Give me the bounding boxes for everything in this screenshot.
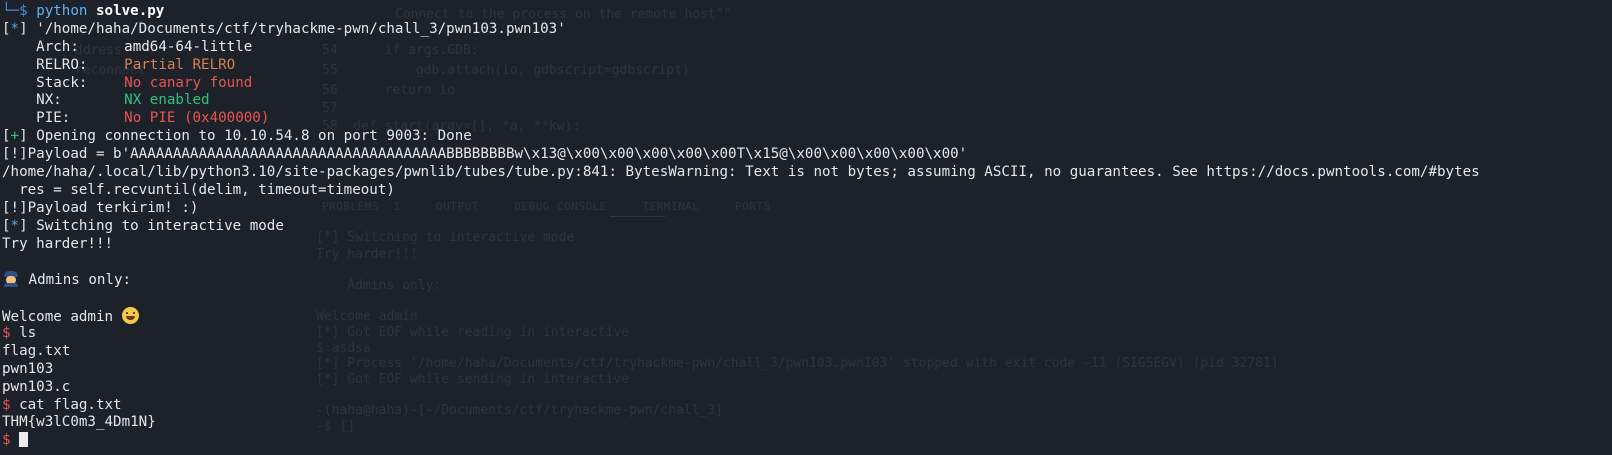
checksec-value: No canary found — [124, 74, 253, 91]
connection-line: [+] Opening connection to 10.10.54.8 on … — [2, 128, 472, 145]
checksec-value: No PIE (0x400000) — [124, 110, 270, 127]
checksec-label: RELRO: — [36, 56, 88, 73]
checksec-label: Arch: — [36, 38, 79, 55]
checksec-value: amd64-64-little — [124, 38, 253, 55]
flag-output: THM{w3lC0m3_4Dm1N} — [2, 414, 156, 431]
binary-path-text: '/home/haha/Documents/ctf/tryhackme-pwn/… — [36, 20, 566, 37]
terminal-output: └─$ python solve.py [*] '/home/haha/Docu… — [2, 3, 1480, 450]
command-python: python — [36, 3, 88, 19]
ls-output-item: pwn103 — [2, 360, 54, 377]
command-script: solve.py — [95, 3, 165, 19]
active-prompt-line[interactable]: $ — [2, 432, 1480, 450]
status-star: * — [10, 217, 20, 234]
ls-output-item: pwn103.c — [2, 378, 71, 395]
ls-output-item: flag.txt — [2, 342, 71, 359]
checksec-stack: Stack: No canary found — [2, 75, 1480, 93]
police-officer-emoji-icon — [2, 271, 20, 288]
bytes-warning-line: /home/haha/.local/lib/python3.10/site-pa… — [2, 164, 1480, 181]
shell-prompt: $ — [2, 325, 11, 342]
ls-command-line: $ ls — [2, 325, 1480, 343]
payload-sent-line: [!]Payload terkirim! :) — [2, 199, 199, 216]
welcome-line: Welcome admin — [2, 307, 1480, 325]
try-harder-line: Try harder!!! — [2, 235, 114, 252]
status-star: * — [10, 20, 20, 37]
checksec-relro: RELRO: Partial RELRO — [2, 57, 1480, 75]
prompt-symbol: $ — [19, 3, 28, 19]
recvuntil-line: res = self.recvuntil(delim, timeout=time… — [2, 181, 395, 198]
terminal-window[interactable]: Connect to the process on the remote hos… — [0, 0, 1612, 455]
interactive-mode-line: [*] Switching to interactive mode — [2, 217, 284, 234]
interactive-mode-text: Switching to interactive mode — [36, 217, 284, 234]
checksec-nx: NX: NX enabled — [2, 92, 1480, 110]
checksec-arch: Arch: amd64-64-little — [2, 39, 1480, 57]
grinning-face-emoji-icon — [121, 307, 139, 325]
connection-text: Opening connection to 10.10.54.8 on port… — [36, 128, 472, 145]
checksec-value: NX enabled — [124, 92, 210, 109]
prompt-line: └─$ python solve.py — [2, 3, 1480, 21]
block-cursor-icon[interactable] — [19, 432, 29, 448]
checksec-label: Stack: — [36, 74, 88, 91]
welcome-text: Welcome admin — [2, 309, 122, 326]
admins-only-text: Admins only: — [20, 272, 132, 289]
cat-command-line: $ cat flag.txt — [2, 397, 1480, 415]
shell-prompt: $ — [2, 432, 11, 449]
checksec-pie: PIE: No PIE (0x400000) — [2, 110, 1480, 128]
payload-line: [!]Payload = b'AAAAAAAAAAAAAAAAAAAAAAAAA… — [2, 146, 968, 163]
checksec-value: Partial RELRO — [124, 56, 236, 73]
cat-command: cat flag.txt — [19, 396, 122, 413]
checksec-label: NX: — [36, 92, 62, 109]
shell-prompt: $ — [2, 396, 11, 413]
status-plus: + — [10, 128, 20, 145]
admins-only-line: Admins only: — [2, 271, 1480, 289]
prompt-tree-prefix: └─ — [2, 3, 20, 19]
checksec-label: PIE: — [36, 110, 71, 127]
ls-command: ls — [19, 325, 37, 342]
binary-path-line: [*] '/home/haha/Documents/ctf/tryhackme-… — [2, 20, 566, 37]
